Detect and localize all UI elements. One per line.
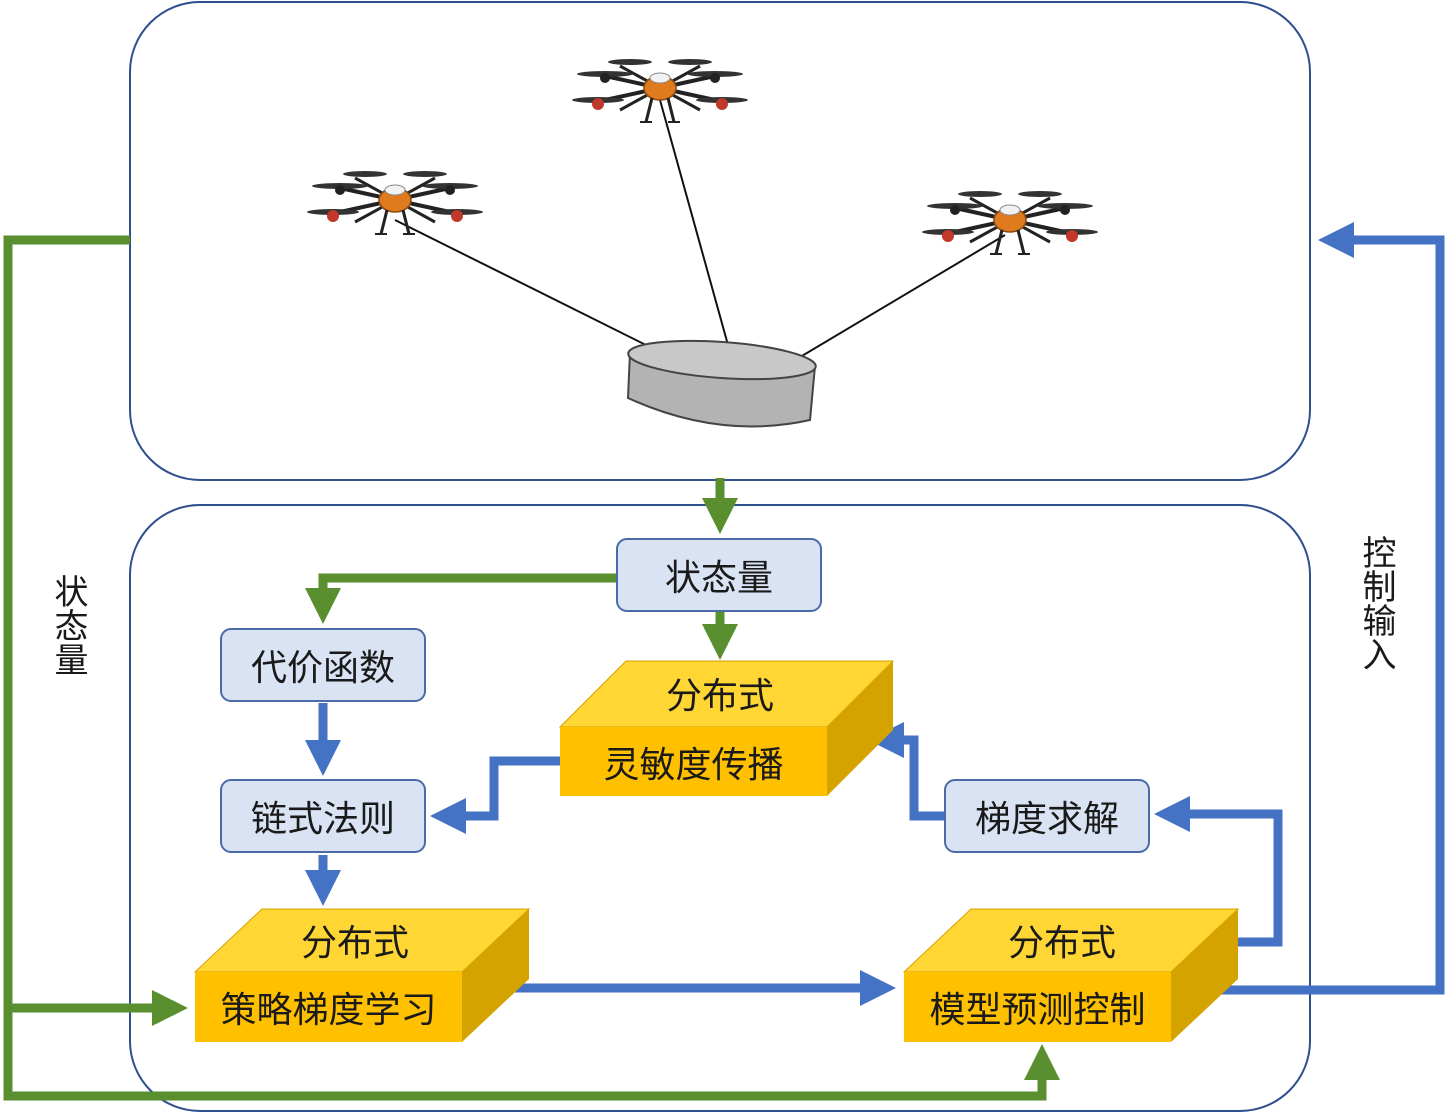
cost-function-label: 代价函数 [250, 648, 395, 689]
sensitivity-block-bottom-label: 灵敏度传播 [603, 744, 784, 786]
drone-icon-top [570, 57, 750, 124]
cable-top [659, 99, 729, 346]
policy-block-top-label: 分布式 [300, 923, 409, 964]
sensitivity-block-top-label: 分布式 [665, 676, 774, 717]
diagram-canvas: 状态量 代价函数 链式法则 梯度求解 分布式 灵敏度传播 分布式 策略梯度学习 … [0, 0, 1448, 1115]
chain-rule-label: 链式法则 [250, 799, 395, 840]
cable-right [769, 234, 1006, 376]
payload-cylinder [626, 339, 817, 428]
policy-block-bottom-label: 策略梯度学习 [220, 990, 437, 1031]
gradient-solve-label: 梯度求解 [974, 799, 1119, 840]
mpc-block-top-label: 分布式 [1007, 923, 1116, 964]
drone-icon-right [920, 189, 1100, 256]
mpc-block-bottom-label: 模型预测控制 [929, 990, 1146, 1031]
drone-icon-left [305, 169, 485, 236]
cable-left [394, 219, 673, 359]
right-control-input-label: 控制输入 [1356, 535, 1396, 671]
left-state-label: 状态量 [48, 574, 88, 676]
state-box-label: 状态量 [664, 558, 773, 599]
control-arrows [305, 222, 1445, 1006]
